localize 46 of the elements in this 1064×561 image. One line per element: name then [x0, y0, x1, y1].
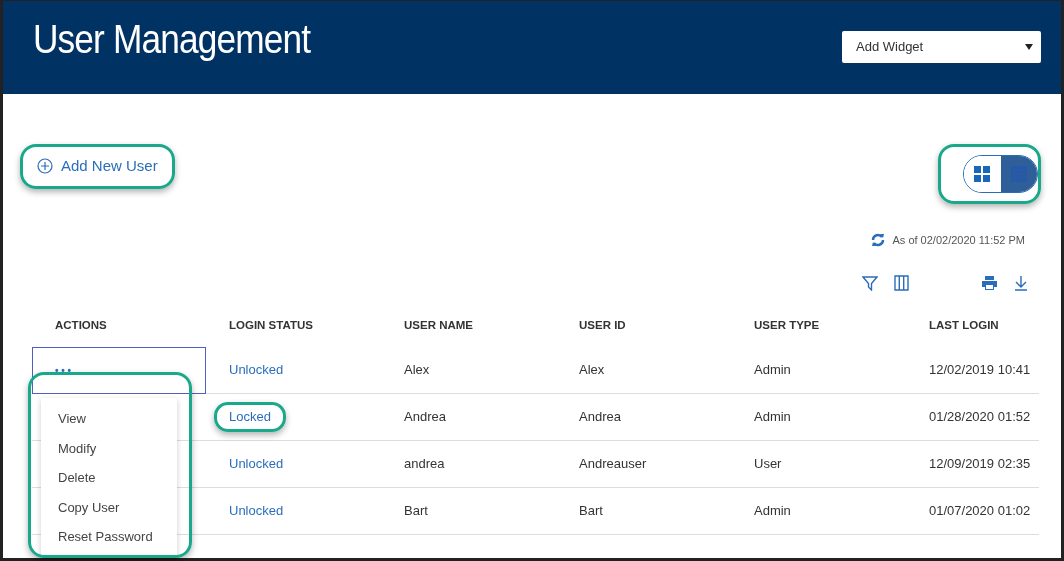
plus-circle-icon	[37, 158, 53, 175]
column-header: USER TYPE	[753, 317, 821, 333]
table-cell: 12/02/2019 10:41	[906, 346, 1039, 394]
table-cell: Alex	[556, 346, 731, 394]
column-header: USER NAME	[403, 317, 474, 333]
columns-icon[interactable]	[894, 274, 909, 291]
print-icon[interactable]	[981, 274, 998, 291]
table-cell: Admin	[731, 346, 906, 394]
table-cell: 01/07/2020 01:02	[906, 487, 1039, 535]
table-cell: Andreauser	[556, 440, 731, 488]
download-icon[interactable]	[1014, 274, 1028, 291]
table-cell: 01/28/2020 01:52	[906, 393, 1039, 441]
caret-icon	[1025, 44, 1033, 50]
menu-item[interactable]: Delete	[41, 463, 177, 493]
table-cell: Bart	[381, 487, 556, 535]
column-header: LOGIN STATUS	[228, 317, 314, 333]
refresh-icon[interactable]	[870, 233, 885, 248]
table-cell: 12/09/2019 02:35	[906, 440, 1039, 488]
column-header: LAST LOGIN	[928, 317, 1000, 333]
timestamp-text: As of 02/02/2020 11:52 PM	[892, 233, 1025, 248]
login-status-link[interactable]: Unlocked	[214, 496, 299, 526]
table-cell: Andrea	[556, 393, 731, 441]
column-header: USER ID	[578, 317, 627, 333]
menu-item[interactable]: Reset Password	[41, 522, 177, 552]
filter-icon[interactable]	[862, 274, 878, 291]
table-cell: User	[731, 440, 906, 488]
login-status-link[interactable]: Unlocked	[214, 355, 299, 385]
menu-item[interactable]: View	[41, 404, 177, 434]
table-cell: Bart	[556, 487, 731, 535]
view-toggle[interactable]	[963, 155, 1038, 193]
table-cell: andrea	[381, 440, 556, 488]
column-header: ACTIONS	[54, 317, 108, 333]
menu-item[interactable]: Copy User	[41, 492, 177, 522]
menu-item[interactable]: Modify	[41, 433, 177, 463]
add-user-button[interactable]: Add New User	[20, 144, 175, 189]
login-status-link[interactable]: Unlocked	[214, 449, 299, 479]
more-actions-button[interactable]: • • •	[32, 346, 206, 394]
table-cell: Admin	[731, 487, 906, 535]
table-cell: Alex	[381, 346, 556, 394]
widget-dropdown[interactable]: Add Widget	[842, 31, 1041, 63]
view-option[interactable]	[1000, 156, 1037, 192]
grid-icon	[974, 166, 991, 182]
login-status-link[interactable]: Locked	[214, 402, 286, 432]
page-title: User Management	[33, 15, 311, 64]
table-cell: Admin	[731, 393, 906, 441]
table-cell: Andrea	[381, 393, 556, 441]
